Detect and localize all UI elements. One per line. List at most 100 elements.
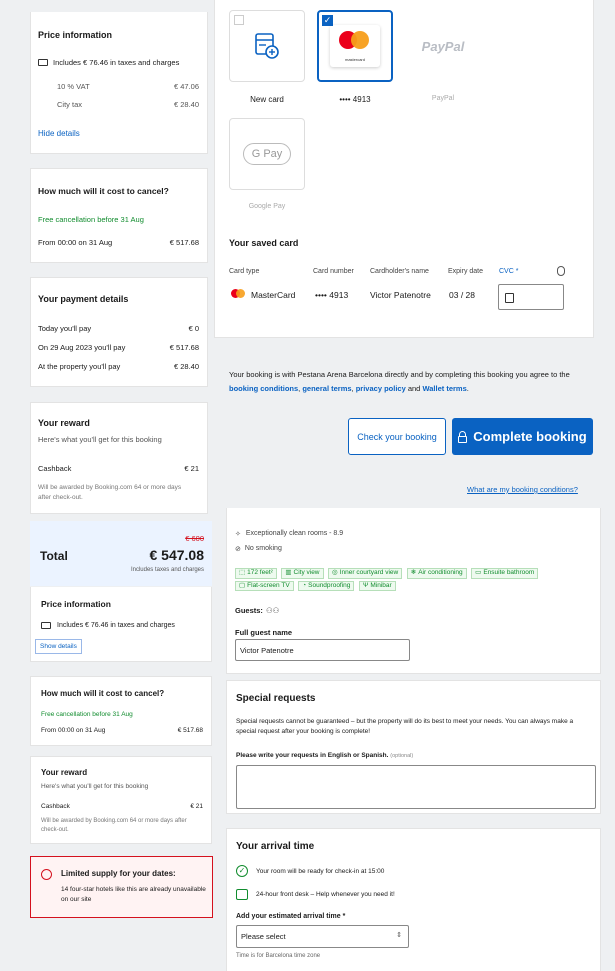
header-card-type: Card type	[229, 268, 260, 275]
payment-row-property: At the property you'll pay € 28.40	[38, 362, 199, 371]
header-cvc: CVC *	[499, 268, 519, 275]
size-icon: ⬚	[239, 569, 246, 576]
price-info-card-2: Price information Includes € 76.46 in ta…	[30, 587, 212, 662]
pay-option-google-pay[interactable]: G Pay	[229, 118, 305, 190]
amenities-list: ⬚ 172 feet² ▥ City view ◎ Inner courtyard v…	[235, 566, 595, 591]
room-details-card: ✧ Exceptionally clean rooms - 8.9 ⊘ No s…	[226, 508, 601, 674]
special-requests-card: Special requests Special requests cannot…	[226, 680, 601, 814]
alert-text: 14 four-star hotels like this are alread…	[61, 886, 206, 903]
old-price: € 600	[185, 534, 204, 543]
header-holder: Cardholder's name	[370, 268, 429, 275]
chevron-updown-icon: ⇕	[396, 932, 402, 939]
complete-booking-button[interactable]: Complete booking	[452, 418, 593, 455]
front-desk-icon	[236, 889, 248, 900]
cvc-input[interactable]	[498, 284, 564, 310]
amenity-tag: ▢ Flat-screen TV	[235, 580, 294, 591]
check-booking-button[interactable]: Check your booking	[348, 418, 446, 455]
amenity-label: Ensuite bathroom	[483, 569, 535, 576]
complete-booking-label: Complete booking	[473, 429, 587, 444]
checkbox[interactable]	[234, 15, 244, 25]
cancel-from-row: From 00:00 on 31 Aug € 517.68	[38, 238, 199, 247]
ready-row: ✓ Your room will be ready for check-in a…	[236, 865, 384, 877]
pay-option-saved-card[interactable]: ✓ mastercard	[317, 10, 393, 82]
cancel-title: How much will it cost to cancel?	[38, 186, 169, 196]
cancel-from-value: € 517.68	[169, 238, 199, 247]
cvc-help-icon[interactable]	[557, 266, 565, 276]
citytax-value: € 28.40	[173, 100, 199, 109]
amenity-tag: ▥ City view	[281, 568, 324, 579]
google-pay-logo-icon: G Pay	[242, 143, 292, 165]
pay-option-label: •••• 4913	[339, 95, 371, 104]
payment-value: € 0	[188, 324, 199, 333]
view-icon: ◎	[332, 569, 338, 576]
vat-row: 10 % VAT € 47.06	[57, 82, 199, 91]
desk-text: 24-hour front desk – Help whenever you n…	[256, 891, 395, 898]
free-cancel-text: Free cancellation before 31 Aug	[41, 711, 133, 718]
minibar-icon: Ψ	[362, 581, 369, 589]
booking-conditions-help-link[interactable]: What are my booking conditions?	[467, 485, 578, 494]
price-info-title: Price information	[38, 30, 113, 40]
amenity-tag: ❄ Air conditioning	[406, 568, 467, 579]
reward-card-2: Your reward Here's what you'll get for t…	[30, 756, 212, 844]
snowflake-icon: ❄	[410, 569, 417, 576]
vat-label: 10 % VAT	[57, 82, 90, 91]
cancel-from-value: € 517.68	[177, 727, 203, 734]
total-value: € 547.08	[149, 547, 205, 563]
cancel-from-row: From 00:00 on 31 Aug € 517.68	[41, 727, 203, 734]
amenity-label: Soundproofing	[308, 581, 351, 589]
booking-conditions-link[interactable]: booking conditions	[229, 384, 298, 393]
amenity-label: Inner courtyard view	[339, 569, 399, 576]
cashback-value: € 21	[184, 464, 199, 473]
amenity-tag: ▭ Ensuite bathroom	[471, 568, 539, 579]
arrival-title: Your arrival time	[236, 841, 315, 852]
general-terms-link[interactable]: general terms	[302, 384, 351, 393]
cancel-from-label: From 00:00 on 31 Aug	[41, 727, 106, 734]
hide-details-link[interactable]: Hide details	[38, 129, 80, 138]
special-requests-textarea[interactable]	[236, 765, 596, 809]
show-details-button[interactable]: Show details	[35, 639, 82, 654]
paypal-logo-icon: PayPal	[421, 38, 465, 54]
vat-value: € 47.06	[173, 82, 199, 91]
pay-option-label: PayPal	[431, 95, 455, 102]
payment-row-today: Today you'll pay € 0	[38, 324, 199, 333]
pay-option-paypal[interactable]: PayPal	[405, 10, 481, 82]
payment-methods-card: New card ✓ mastercard •••• 4913 PayPal P…	[214, 0, 594, 338]
amenity-label: Flat-screen TV	[247, 581, 290, 589]
cancel-title: How much will it cost to cancel?	[41, 689, 165, 698]
ready-text: Your room will be ready for check-in at …	[256, 867, 385, 875]
wallet-terms-link[interactable]: Wallet terms	[422, 384, 466, 393]
requests-prompt-text: Please write your requests in English or…	[236, 752, 389, 759]
payment-label: On 29 Aug 2023 you'll pay	[38, 343, 126, 352]
mastercard-logo-icon: mastercard	[330, 25, 380, 67]
arrival-time-select[interactable]: Please select ⇕	[236, 925, 409, 948]
show-details-label: Show details	[40, 643, 77, 650]
lock-icon	[458, 430, 468, 443]
clean-row: ✧ Exceptionally clean rooms - 8.9	[235, 530, 343, 538]
privacy-policy-link[interactable]: privacy policy	[356, 384, 406, 393]
free-cancel-text: Free cancellation before 31 Aug	[38, 215, 144, 224]
amenity-label: City view	[293, 569, 320, 576]
soundproof-icon: ◔	[302, 581, 307, 589]
new-card-icon	[255, 33, 279, 59]
payment-value: € 517.68	[169, 343, 199, 352]
reward-title: Your reward	[38, 418, 90, 428]
reward-title: Your reward	[41, 768, 88, 777]
reward-subtitle: Here's what you'll get for this booking	[38, 435, 162, 444]
taxes-text: Includes € 76.46 in taxes and charges	[53, 58, 180, 67]
guest-name-input[interactable]: Victor Patenotre	[235, 639, 410, 661]
requests-prompt: Please write your requests in English or…	[236, 752, 413, 759]
pay-option-new-card[interactable]	[229, 10, 305, 82]
cancel-card: How much will it cost to cancel? Free ca…	[30, 168, 208, 263]
expiry-value: 03 / 28	[449, 290, 475, 300]
special-requests-text: Special requests cannot be guaranteed – …	[236, 718, 574, 736]
payment-row-aug: On 29 Aug 2023 you'll pay € 517.68	[38, 343, 199, 352]
arrival-time-card: Your arrival time ✓ Your room will be re…	[226, 828, 601, 971]
smoking-row: ⊘ No smoking	[235, 545, 282, 553]
pay-option-label: Google Pay	[248, 203, 286, 210]
amenity-label: 172 feet²	[247, 569, 273, 576]
header-card-number: Card number	[313, 268, 354, 275]
reward-subtitle: Here's what you'll get for this booking	[41, 783, 149, 790]
guests-label: Guests:	[235, 606, 263, 615]
cashback-label: Cashback	[38, 464, 72, 473]
city-icon: ▥	[285, 569, 292, 576]
